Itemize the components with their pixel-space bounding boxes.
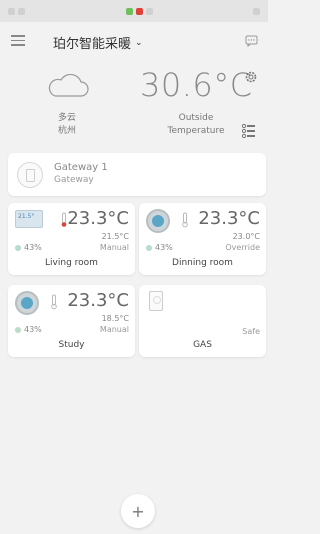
- record-icon: [135, 7, 143, 15]
- weather-info: 多云 杭州: [42, 112, 92, 138]
- room-card-dinning-room[interactable]: 23.3°C 23.0°C Override 43% Dinning room: [139, 203, 266, 275]
- notification-icon: [145, 7, 153, 15]
- room-mode: Manual: [99, 325, 129, 334]
- room-temperature: 23.3°C: [67, 208, 129, 229]
- room-setpoint: 23.0°C: [232, 232, 260, 241]
- status-left-icons: [8, 7, 25, 15]
- plus-icon: +: [131, 501, 145, 521]
- menu-icon[interactable]: [11, 35, 25, 47]
- home-name: 珀尔智能采暖: [53, 37, 132, 52]
- chevron-down-icon: ⌄: [135, 37, 143, 48]
- humidity-value: 43%: [24, 325, 42, 334]
- round-thermostat-icon: [15, 291, 39, 315]
- gas-status: Safe: [242, 327, 260, 336]
- humidity-icon: [15, 326, 21, 333]
- status-right-icons: [253, 7, 260, 15]
- humidity-value: 43%: [24, 243, 42, 252]
- thermometer-icon: [51, 294, 57, 310]
- gear-icon[interactable]: [244, 70, 258, 84]
- room-mode: Override: [225, 243, 260, 252]
- battery-icon: [253, 7, 260, 15]
- room-name: Study: [58, 340, 85, 350]
- humidity-icon: [146, 244, 152, 251]
- list-view-icon[interactable]: [241, 123, 257, 139]
- outside-temperature: 30.6°C: [140, 66, 253, 104]
- weather-condition: 多云: [57, 113, 76, 123]
- outside-label-line2: Temperature: [167, 126, 225, 136]
- room-setpoint: 21.5°C: [101, 232, 129, 241]
- room-setpoint: 18.5°C: [101, 314, 129, 323]
- humidity-icon: [15, 244, 21, 251]
- wifi-icon: [18, 7, 25, 15]
- cloud-icon: [48, 74, 89, 97]
- gateway-card[interactable]: Gateway 1 Gateway: [8, 153, 266, 196]
- humidity: 43%: [15, 243, 42, 252]
- add-device-button[interactable]: +: [121, 494, 155, 528]
- gas-sensor-card[interactable]: Safe GAS: [139, 285, 266, 357]
- message-icon[interactable]: [245, 35, 258, 47]
- room-card-study[interactable]: 23.3°C 18.5°C Manual 43% Study: [8, 285, 135, 357]
- signal-icon: [8, 7, 15, 15]
- humidity: 43%: [15, 325, 42, 334]
- home-selector[interactable]: 珀尔智能采暖 ⌄: [53, 33, 143, 52]
- room-mode: Manual: [99, 243, 129, 252]
- room-name: Dinning room: [172, 258, 233, 268]
- gas-name: GAS: [193, 340, 212, 350]
- status-bar: [0, 0, 268, 22]
- gateway-subtitle: Gateway: [54, 175, 94, 185]
- wall-thermostat-icon: 21.5°: [15, 210, 43, 228]
- room-name: Living room: [45, 258, 98, 268]
- outside-label: Outside Temperature: [156, 112, 236, 138]
- room-card-living-room[interactable]: 21.5° 23.3°C 21.5°C Manual 43% Living ro…: [8, 203, 135, 275]
- gateway-name: Gateway 1: [54, 162, 108, 173]
- round-thermostat-icon: [146, 209, 170, 233]
- humidity: 43%: [146, 243, 173, 252]
- top-bar: 珀尔智能采暖 ⌄: [0, 30, 268, 54]
- app-notification-icon: [125, 7, 133, 15]
- room-temperature: 23.3°C: [67, 290, 129, 311]
- room-temperature: 23.3°C: [198, 208, 260, 229]
- gas-sensor-icon: [149, 291, 163, 311]
- weather-city: 杭州: [57, 126, 76, 136]
- humidity-value: 43%: [155, 243, 173, 252]
- thermometer-icon: [182, 212, 188, 228]
- outside-label-line1: Outside: [178, 113, 214, 123]
- gateway-icon: [17, 162, 43, 188]
- status-center-icons: [125, 7, 153, 15]
